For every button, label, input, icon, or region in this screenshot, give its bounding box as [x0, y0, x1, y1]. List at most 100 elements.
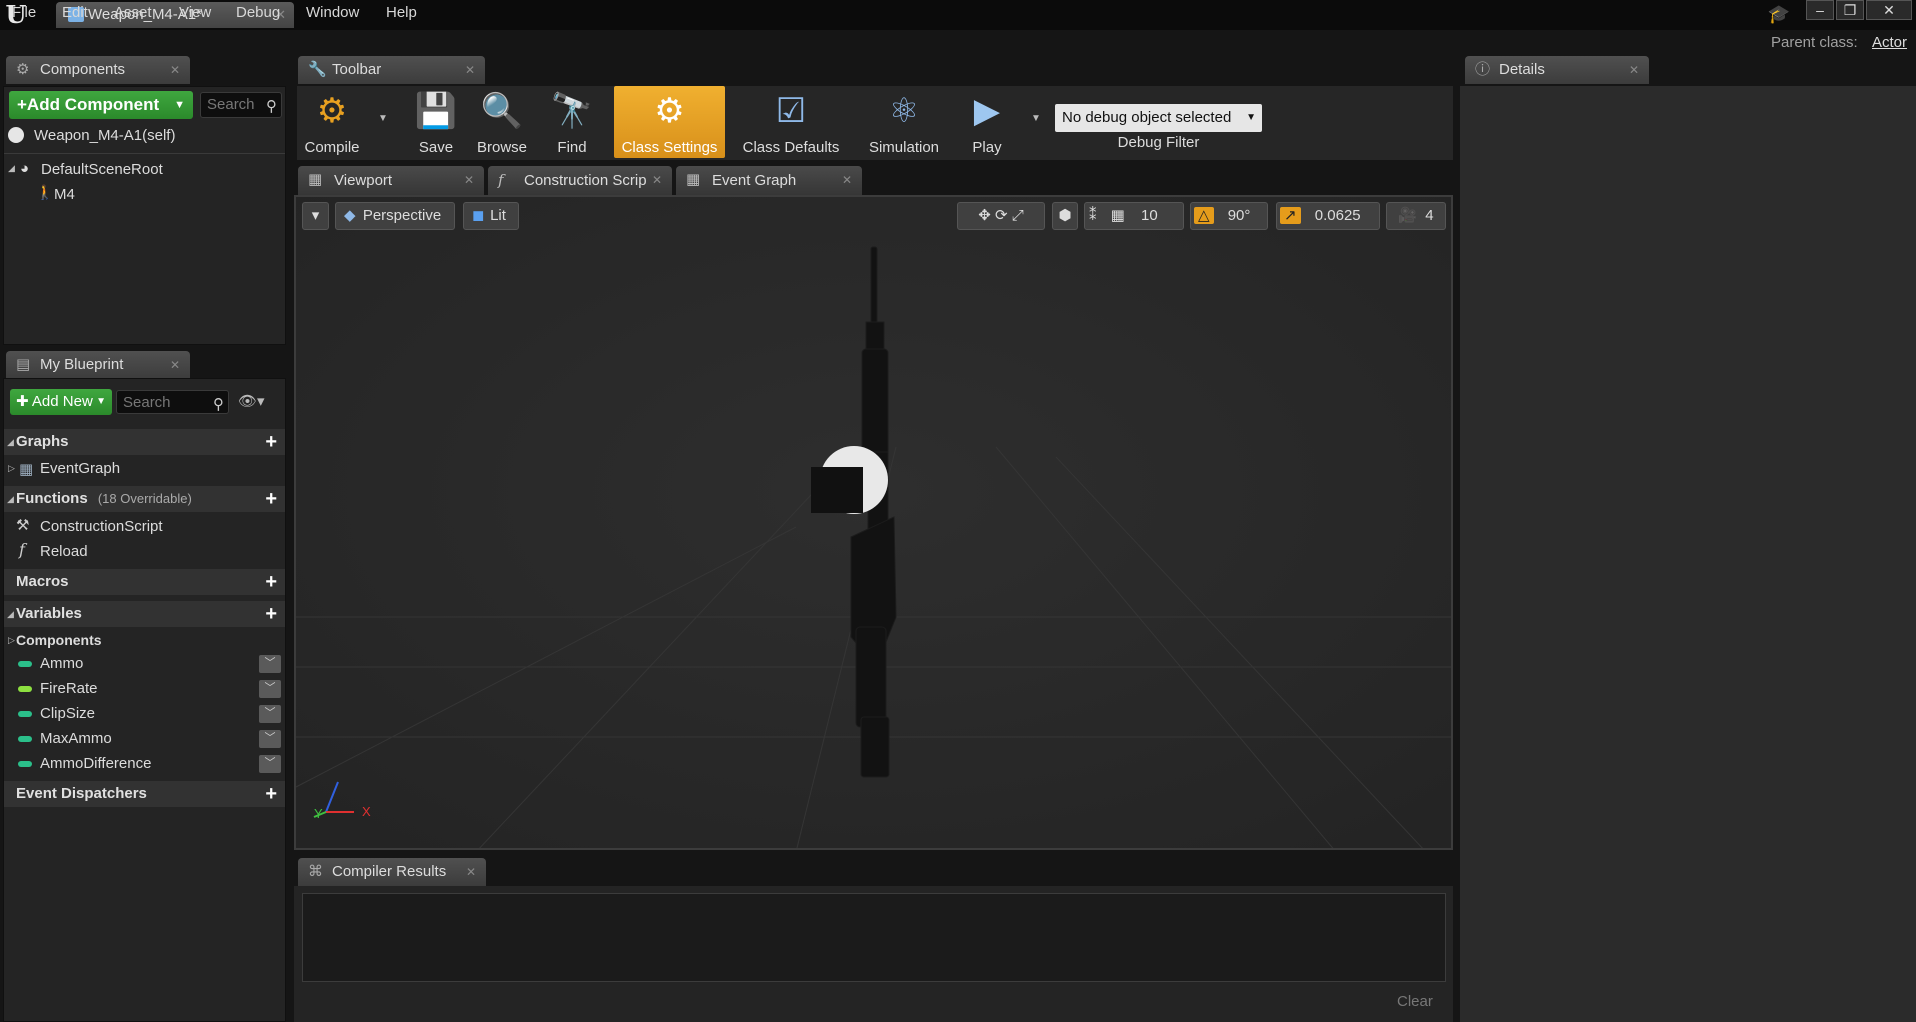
save-button[interactable]: 💾 Save [412, 86, 460, 158]
minimize-button[interactable]: – [1806, 0, 1834, 20]
camera-speed-button[interactable]: 🎥 4 [1386, 202, 1446, 230]
rotation-snap-icon[interactable]: △ [1194, 207, 1214, 224]
menu-file[interactable]: File [12, 0, 36, 26]
tab-viewport[interactable]: ▦ Viewport ✕ [298, 166, 484, 195]
expand-arrow-icon[interactable]: ▷ [8, 635, 15, 646]
add-function-icon[interactable]: + [265, 486, 277, 512]
variable-type-toggle[interactable]: ﹀ [259, 730, 281, 748]
toolbar-tab[interactable]: 🔧 Toolbar ✕ [298, 56, 485, 84]
function-item-construction-script[interactable]: ConstructionScript [40, 516, 163, 538]
macros-section-header[interactable]: Macros + [4, 569, 285, 595]
menu-asset[interactable]: Asset [114, 0, 152, 26]
menu-window[interactable]: Window [306, 0, 359, 26]
functions-section-header[interactable]: ◢ Functions (18 Overridable) + [4, 486, 285, 512]
grid-snap-group[interactable]: ⁑ ▦ 10 [1084, 202, 1184, 230]
debug-object-select[interactable]: No debug object selected ▼ [1055, 104, 1262, 132]
play-options-dropdown-icon[interactable]: ▼ [1031, 113, 1041, 124]
class-defaults-button[interactable]: ☑ Class Defaults [736, 86, 846, 158]
add-variable-icon[interactable]: + [265, 601, 277, 627]
add-component-button[interactable]: +Add Component ▼ [9, 91, 193, 119]
my-blueprint-tab[interactable]: ▤ My Blueprint ✕ [6, 351, 190, 379]
event-dispatchers-section-header[interactable]: Event Dispatchers + [4, 781, 285, 807]
graphs-section-header[interactable]: ◢ Graphs + [4, 429, 285, 455]
components-tab[interactable]: ⚙ Components ✕ [6, 56, 190, 84]
rotation-snap-value[interactable]: 90° [1228, 207, 1251, 224]
rotate-icon[interactable]: ⟳ [995, 207, 1008, 224]
variables-section-header[interactable]: ◢ Variables + [4, 601, 285, 627]
tree-item-default-scene-root[interactable]: DefaultSceneRoot [41, 159, 163, 181]
variable-type-toggle[interactable]: ﹀ [259, 655, 281, 673]
close-tab-icon[interactable]: ✕ [170, 351, 180, 379]
close-tab-icon[interactable]: ✕ [652, 166, 662, 195]
tab-event-graph[interactable]: ▦ Event Graph ✕ [676, 166, 862, 195]
play-button[interactable]: ▶ Play [958, 86, 1016, 158]
perspective-button[interactable]: ◆ Perspective [335, 202, 455, 230]
tab-construction-script[interactable]: f Construction Scrip ✕ [488, 166, 672, 195]
variable-type-toggle[interactable]: ﹀ [259, 755, 281, 773]
compiler-results-log[interactable] [302, 893, 1446, 982]
close-tab-icon[interactable]: ✕ [465, 56, 475, 84]
view-options-eye-icon[interactable]: 👁▾ [238, 392, 265, 410]
menu-debug[interactable]: Debug [236, 0, 280, 26]
compile-button[interactable]: ⚙ Compile [301, 86, 363, 158]
parent-class-link[interactable]: Actor [1872, 30, 1907, 56]
components-tab-label: Components [40, 61, 126, 78]
scale-snap-icon[interactable]: ↗ [1280, 207, 1301, 224]
maximize-button[interactable]: ❐ [1836, 0, 1864, 20]
variable-item-maxammo[interactable]: MaxAmmo [40, 728, 112, 750]
viewport-canvas[interactable]: X Y [294, 195, 1453, 850]
menu-edit[interactable]: Edit [62, 0, 88, 26]
expand-arrow-icon[interactable]: ◢ [8, 163, 15, 174]
blueprint-search-input[interactable]: Search ⚲ [116, 390, 229, 414]
surface-snap-icon[interactable]: ⁑ [1089, 207, 1097, 224]
translate-icon[interactable]: ✥ [978, 207, 991, 224]
find-button[interactable]: 🔭 Find [544, 86, 600, 158]
find-label: Find [557, 139, 587, 156]
close-tab-icon[interactable]: ✕ [464, 166, 474, 195]
variable-item-ammodifference[interactable]: AmmoDifference [40, 753, 151, 775]
add-event-dispatcher-icon[interactable]: + [265, 781, 277, 807]
scale-snap-group[interactable]: ↗ 0.0625 [1276, 202, 1380, 230]
compiler-results-tab[interactable]: ⌘ Compiler Results ✕ [298, 858, 486, 886]
transform-tools-group[interactable]: ✥ ⟳ ⤢ [957, 202, 1045, 230]
close-window-button[interactable]: ✕ [1866, 0, 1912, 20]
details-tab[interactable]: ⓘ Details ✕ [1465, 56, 1649, 84]
menu-view[interactable]: View [179, 0, 211, 26]
scale-snap-value[interactable]: 0.0625 [1315, 207, 1361, 224]
variable-item-ammo[interactable]: Ammo [40, 653, 83, 675]
compile-options-dropdown-icon[interactable]: ▼ [378, 113, 388, 124]
close-tab-icon[interactable]: ✕ [1629, 56, 1639, 84]
close-tab-icon[interactable]: ✕ [466, 858, 476, 886]
variable-item-clipsize[interactable]: ClipSize [40, 703, 95, 725]
variable-type-toggle[interactable]: ﹀ [259, 680, 281, 698]
lit-button[interactable]: ◼ Lit [463, 202, 519, 230]
browse-button[interactable]: 🔍 Browse [472, 86, 532, 158]
grid-snap-value[interactable]: 10 [1141, 207, 1158, 224]
function-item-reload[interactable]: Reload [40, 541, 88, 563]
world-local-toggle-icon[interactable]: ⬢ [1052, 202, 1078, 230]
tree-item-m4[interactable]: M4 [54, 184, 75, 206]
add-new-button[interactable]: ✚ Add New ▼ [10, 389, 112, 415]
menu-help[interactable]: Help [386, 0, 417, 26]
add-graph-icon[interactable]: + [265, 429, 277, 455]
help-icon[interactable]: 🎓 [1766, 4, 1792, 26]
class-settings-button[interactable]: ⚙ Class Settings [614, 86, 725, 158]
viewport-options-button[interactable]: ▾ [302, 202, 329, 230]
toolbar-tab-label: Toolbar [332, 61, 382, 78]
close-tab-icon[interactable]: ✕ [170, 56, 180, 84]
components-search-input[interactable]: Search ⚲ [200, 92, 282, 118]
graph-item-eventgraph[interactable]: EventGraph [40, 458, 120, 480]
component-self-item[interactable]: Weapon_M4-A1(self) [34, 125, 175, 147]
close-tab-icon[interactable]: ✕ [842, 166, 852, 195]
expand-arrow-icon[interactable]: ▷ [8, 463, 15, 474]
scale-icon[interactable]: ⤢ [1012, 207, 1024, 224]
details-tab-label: Details [1499, 61, 1545, 78]
rotation-snap-group[interactable]: △ 90° [1190, 202, 1268, 230]
grid-snap-icon[interactable]: ▦ [1111, 207, 1125, 224]
variable-item-firerate[interactable]: FireRate [40, 678, 98, 700]
simulation-button[interactable]: ⚛ Simulation [860, 86, 948, 158]
clear-button[interactable]: Clear [1397, 993, 1433, 1010]
variable-type-toggle[interactable]: ﹀ [259, 705, 281, 723]
add-macro-icon[interactable]: + [265, 569, 277, 595]
variable-category-components[interactable]: Components [16, 629, 102, 651]
